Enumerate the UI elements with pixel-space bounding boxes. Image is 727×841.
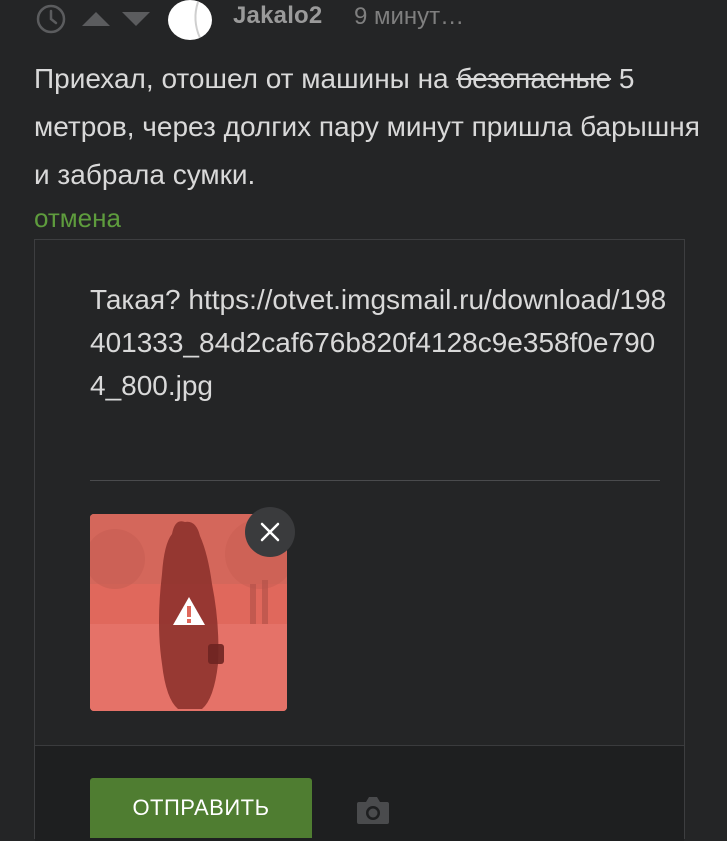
- comment-text-part: Приехал, отошел от машины на: [34, 63, 457, 94]
- close-icon: [260, 522, 280, 542]
- divider: [90, 480, 660, 481]
- reply-footer: ОТПРАВИТЬ: [35, 745, 684, 841]
- remove-attachment-button[interactable]: [245, 507, 295, 557]
- arrow-up-icon[interactable]: [80, 10, 112, 28]
- timestamp: 9 минут…: [354, 3, 465, 30]
- clock-icon: [36, 4, 66, 34]
- comment-text: Приехал, отошел от машины на безопасные …: [34, 55, 704, 199]
- avatar[interactable]: [168, 0, 212, 40]
- warning-icon: [173, 597, 205, 625]
- comment-header: Jakalo2 9 минут…: [0, 0, 727, 40]
- username[interactable]: Jakalo2: [233, 2, 322, 30]
- arrow-down-icon[interactable]: [120, 10, 152, 28]
- cancel-link[interactable]: отмена: [34, 203, 121, 234]
- reply-form: Такая? https://otvet.imgsmail.ru/downloa…: [34, 239, 685, 841]
- reply-textarea[interactable]: Такая? https://otvet.imgsmail.ru/downloa…: [90, 278, 670, 407]
- comment-strikethrough: безопасные: [456, 63, 612, 94]
- send-button[interactable]: ОТПРАВИТЬ: [90, 778, 312, 838]
- camera-icon[interactable]: [355, 794, 391, 826]
